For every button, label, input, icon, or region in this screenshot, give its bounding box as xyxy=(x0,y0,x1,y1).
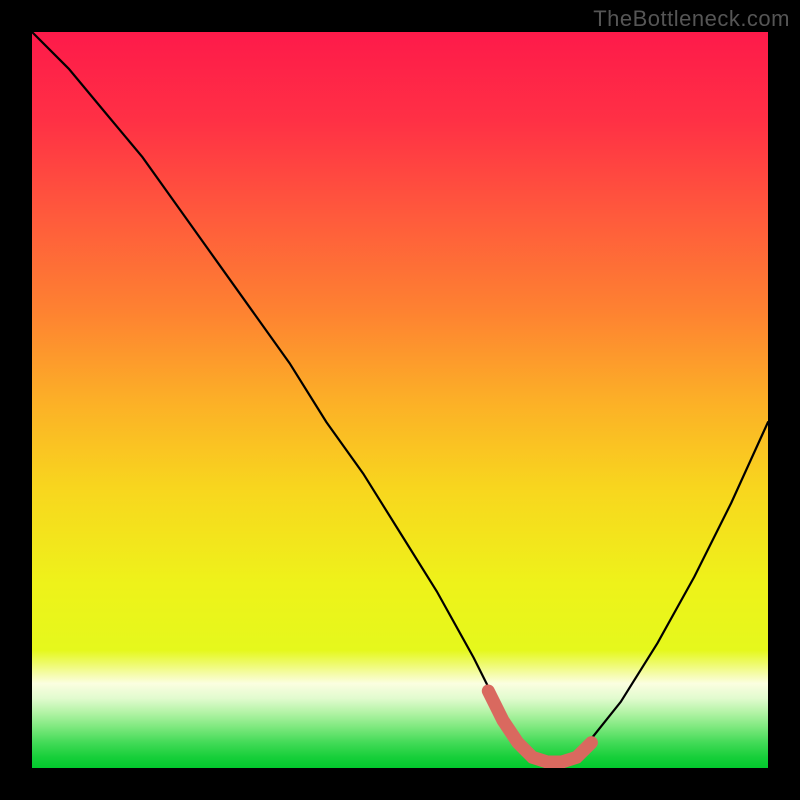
chart-frame xyxy=(32,32,768,768)
gradient-background xyxy=(32,32,768,768)
watermark-text: TheBottleneck.com xyxy=(593,6,790,32)
bottleneck-chart xyxy=(32,32,768,768)
